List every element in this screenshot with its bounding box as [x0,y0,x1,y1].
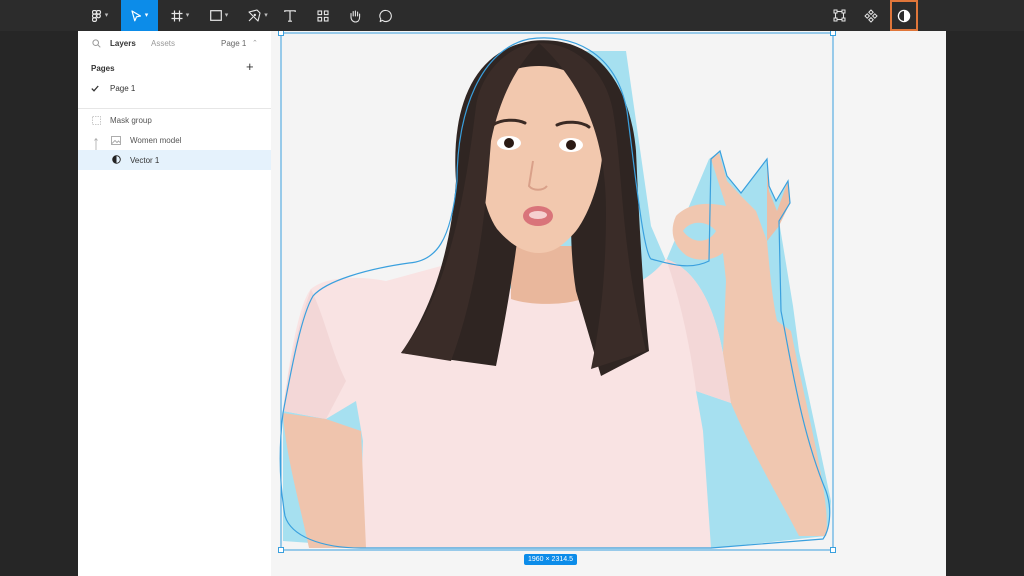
page-selector[interactable]: Page 1 [221,39,246,48]
layer-mask-group[interactable]: Mask group [78,110,271,130]
layer-vector-1[interactable]: Vector 1 [78,150,271,170]
shape-tool-button[interactable]: ▾ [202,0,236,31]
pages-section-title: Pages [91,64,115,73]
chevron-down-icon: ▾ [264,12,268,19]
add-page-icon[interactable]: + [246,60,254,73]
right-frame [946,31,1024,576]
crop-tool-button[interactable] [828,0,850,31]
vector-mask-icon [112,155,121,164]
chevron-down-icon: ▾ [185,12,190,19]
comment-tool-button[interactable] [376,0,396,31]
pen-nib-icon [248,9,261,22]
design-canvas[interactable]: 1960 × 2314.5 [271,31,946,576]
layer-label: Mask group [110,116,152,125]
chevron-down-icon: ▾ [144,12,149,19]
toolbar: ▾ ▾ ▾ ▾ ▾ [0,0,1024,31]
layers-panel: Layers Assets Page 1 ⌃ Pages + Page 1 Ma… [78,31,272,576]
tab-layers[interactable]: Layers [110,39,136,48]
frame-hash-icon [171,10,183,21]
search-icon[interactable] [92,39,101,48]
pen-tool-button[interactable]: ▾ [241,0,275,31]
layer-women-model[interactable]: Women model [78,130,271,162]
left-frame [0,31,78,576]
crop-frame-icon [833,9,845,22]
text-tool-button[interactable] [280,0,300,31]
mask-half-circle-icon [897,9,911,22]
chevron-up-icon[interactable]: ⌃ [252,39,258,47]
layer-label: Vector 1 [130,156,160,165]
page-item-label: Page 1 [110,84,136,93]
mask-group-icon [92,116,101,125]
chevron-down-icon: ▾ [224,12,229,19]
image-icon [111,136,121,145]
cursor-arrow-icon [131,9,141,21]
mask-group-artwork[interactable] [271,31,946,576]
hand-icon [350,9,361,23]
frame-tool-button[interactable]: ▾ [164,0,196,31]
checkmark-icon [91,85,99,92]
hand-tool-button[interactable] [345,0,365,31]
figma-logo-icon [91,9,101,22]
main-menu-button[interactable]: ▾ [84,0,116,31]
mask-tool-button[interactable] [890,0,918,31]
dimensions-badge: 1960 × 2314.5 [524,554,577,565]
text-t-icon [284,9,296,22]
resources-icon [317,9,329,22]
resources-tool-button[interactable] [313,0,333,31]
layer-label: Women model [130,136,182,145]
chevron-down-icon: ▾ [104,12,109,19]
panel-divider [78,108,271,109]
move-tool-button[interactable]: ▾ [121,0,158,31]
panel-tabs: Layers Assets Page 1 ⌃ [78,31,271,57]
tab-assets[interactable]: Assets [151,39,175,48]
component-tool-button[interactable] [860,0,882,31]
component-diamond-icon [864,8,878,23]
rectangle-icon [209,10,222,21]
comment-bubble-icon [379,9,392,22]
